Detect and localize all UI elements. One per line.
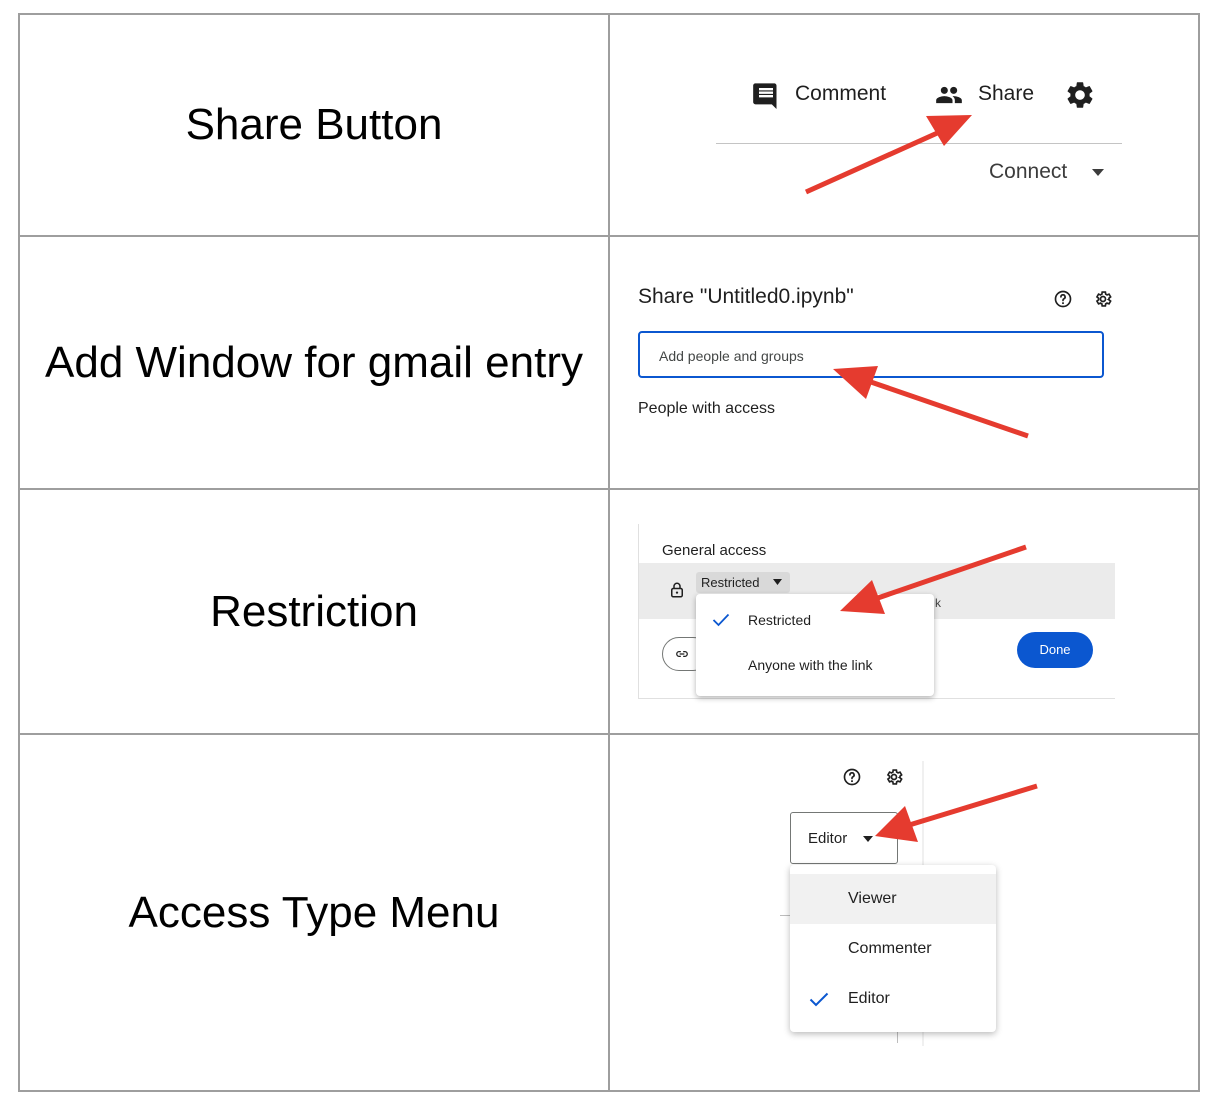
dialog-title: Share "Untitled0.ipynb"	[638, 285, 854, 308]
menu-item-editor[interactable]: Editor	[790, 974, 996, 1024]
input-placeholder: Add people and groups	[659, 348, 804, 364]
check-icon	[712, 613, 730, 627]
menu-item-anyone-with-link[interactable]: Anyone with the link	[696, 646, 934, 682]
gear-icon[interactable]	[884, 767, 904, 787]
dropdown-value: Restricted	[701, 575, 760, 590]
help-icon[interactable]	[1053, 289, 1073, 309]
restriction-dropdown[interactable]: Restricted	[696, 572, 790, 593]
caret-down-icon	[773, 579, 782, 585]
share-button[interactable]: Share	[978, 82, 1034, 106]
lock-icon	[668, 580, 686, 600]
table-row: Add Window for gmail entry Share "Untitl…	[18, 235, 1200, 490]
comment-icon[interactable]	[752, 81, 780, 109]
caret-down-icon[interactable]	[1090, 166, 1106, 178]
table-row: Access Type Menu Editor Viewer Commenter	[18, 733, 1200, 1092]
menu-item-label: Anyone with the link	[748, 657, 873, 673]
instruction-table: Share Button Comment Share Connect Add W…	[18, 13, 1200, 1092]
general-access-screenshot: General access Restricted k Done Restric…	[608, 488, 1200, 735]
gear-icon[interactable]	[1064, 79, 1096, 111]
gear-icon[interactable]	[1093, 289, 1113, 309]
access-role-dropdown[interactable]: Editor	[790, 812, 898, 864]
link-icon	[676, 651, 688, 657]
share-dialog-screenshot: Share "Untitled0.ipynb" Add people and g…	[608, 235, 1200, 490]
menu-item-label: Editor	[848, 990, 890, 1007]
connect-button[interactable]: Connect	[989, 160, 1067, 184]
caret-down-icon	[863, 836, 873, 842]
people-with-access-heading: People with access	[638, 400, 775, 417]
done-button[interactable]: Done	[1017, 632, 1093, 668]
row-label: Share Button	[18, 13, 610, 237]
general-access-heading: General access	[662, 542, 767, 559]
help-icon[interactable]	[842, 767, 862, 787]
table-row: Restriction General access Restricted k …	[18, 488, 1200, 735]
row-label: Add Window for gmail entry	[18, 235, 610, 490]
add-people-input[interactable]: Add people and groups	[638, 331, 1104, 378]
people-icon[interactable]	[933, 81, 965, 109]
restriction-menu: Restricted Anyone with the link	[696, 594, 934, 696]
comment-button[interactable]: Comment	[795, 82, 886, 106]
menu-item-label: Commenter	[848, 940, 932, 957]
toolbar-divider	[716, 143, 1122, 144]
menu-item-label: Restricted	[748, 612, 812, 628]
dropdown-value: Editor	[808, 830, 848, 847]
menu-item-commenter[interactable]: Commenter	[790, 924, 996, 974]
menu-item-label: Viewer	[848, 890, 897, 907]
access-type-menu-screenshot: Editor Viewer Commenter Editor	[608, 733, 1200, 1092]
menu-item-viewer[interactable]: Viewer	[790, 874, 996, 924]
check-icon	[809, 992, 829, 1007]
partial-text: k	[935, 596, 941, 610]
share-button-screenshot: Comment Share Connect	[608, 13, 1200, 237]
row-label: Restriction	[18, 488, 610, 735]
row-label: Access Type Menu	[18, 733, 610, 1092]
access-type-menu: Viewer Commenter Editor	[790, 865, 996, 1032]
table-row: Share Button Comment Share Connect	[18, 13, 1200, 237]
menu-item-restricted[interactable]: Restricted	[696, 602, 934, 638]
